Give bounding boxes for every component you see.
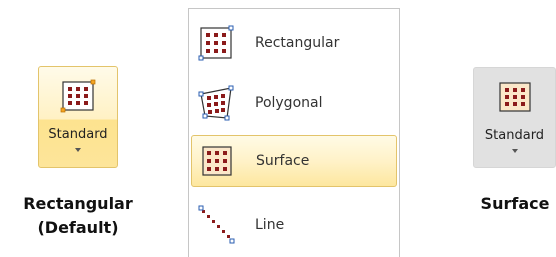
dropdown-caret-icon (511, 149, 518, 153)
selection-type-menu: Rectangular Polygonal Surface Line (188, 8, 400, 257)
rectangular-grid-icon (57, 75, 99, 121)
surface-grid-icon (494, 76, 536, 122)
caption-rectangular: Rectangular (Default) (8, 192, 148, 240)
menu-item-line[interactable]: Line (191, 199, 397, 251)
menu-item-label: Rectangular (255, 35, 340, 51)
standard-button-surface[interactable]: Standard (473, 67, 556, 168)
standard-button-rectangular[interactable]: Standard (38, 66, 118, 168)
surface-grid-icon (194, 138, 240, 184)
menu-item-surface[interactable]: Surface (191, 135, 397, 187)
polygonal-grid-icon (193, 80, 239, 126)
menu-item-rectangular[interactable]: Rectangular (191, 17, 397, 69)
menu-item-label: Polygonal (255, 95, 323, 111)
line-points-icon (193, 202, 239, 248)
dropdown-caret-icon (75, 148, 81, 152)
menu-item-label: Line (255, 217, 285, 233)
rectangular-grid-icon (193, 20, 239, 66)
menu-item-label: Surface (256, 153, 310, 169)
caption-line-2: (Default) (37, 218, 119, 237)
menu-item-polygonal[interactable]: Polygonal (191, 77, 397, 129)
standard-button-label: Standard (48, 127, 108, 142)
caption-surface: Surface (470, 192, 556, 216)
caption-line-1: Surface (480, 194, 550, 213)
caption-line-1: Rectangular (23, 194, 133, 213)
standard-button-label: Standard (484, 128, 545, 143)
